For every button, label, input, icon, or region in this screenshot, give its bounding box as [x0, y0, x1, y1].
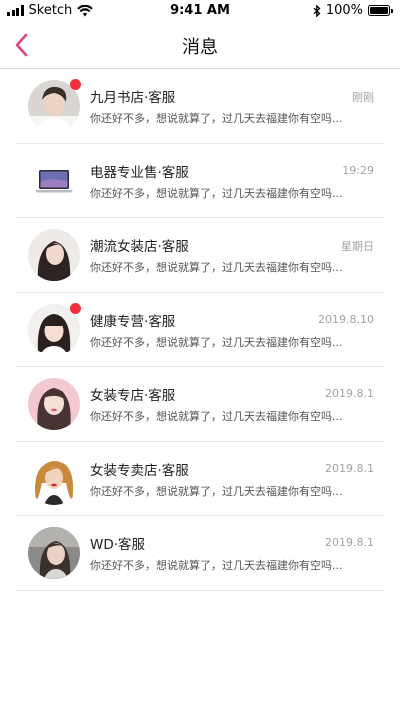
conversation-item[interactable]: 女装专店·客服 2019.8.1 你还好不多，想说就算了，过几天去福建你有空吗.…	[16, 367, 384, 442]
avatar	[28, 452, 80, 505]
conversation-item[interactable]: 潮流女装店·客服 星期日 你还好不多，想说就算了，过几天去福建你有空吗...	[16, 218, 384, 293]
conversation-preview: 你还好不多，想说就算了，过几天去福建你有空吗...	[90, 484, 343, 498]
conversation-time: 2019.8.1	[325, 536, 374, 549]
navigation-bar: 消息	[0, 22, 400, 69]
conversation-list: 九月书店·客服 刚刚 你还好不多，想说就算了，过几天去福建你有空吗... 电器专…	[0, 69, 400, 591]
conversation-item[interactable]: 九月书店·客服 刚刚 你还好不多，想说就算了，过几天去福建你有空吗...	[16, 69, 384, 144]
avatar	[28, 527, 80, 579]
conversation-preview: 你还好不多，想说就算了，过几天去福建你有空吗...	[90, 186, 343, 200]
page-title: 消息	[182, 37, 218, 58]
conversation-name: WD·客服	[90, 537, 146, 553]
bluetooth-icon	[313, 4, 321, 17]
conversation-item[interactable]: 女装专卖店·客服 2019.8.1 你还好不多，想说就算了，过几天去福建你有空吗…	[16, 442, 384, 516]
conversation-name: 健康专营·客服	[90, 313, 176, 330]
conversation-time: 刚刚	[352, 91, 374, 104]
avatar	[28, 79, 81, 132]
conversation-item[interactable]: WD·客服 2019.8.1 你还好不多，想说就算了，过几天去福建你有空吗...	[16, 516, 384, 591]
conversation-preview: 你还好不多，想说就算了，过几天去福建你有空吗...	[90, 410, 343, 423]
battery-icon	[368, 5, 393, 16]
conversation-time: 星期日	[341, 240, 374, 253]
conversation-name: 电器专业售·客服	[90, 164, 189, 181]
avatar	[28, 378, 80, 430]
unread-badge	[70, 302, 81, 314]
battery-level	[370, 7, 388, 14]
conversation-item[interactable]: 电器专业售·客服 19:29 你还好不多，想说就算了，过几天去福建你有空吗...	[16, 144, 384, 218]
conversation-preview: 你还好不多，想说就算了，过几天去福建你有空吗...	[90, 335, 343, 349]
conversation-item[interactable]: 健康专营·客服 2019.8.10 你还好不多，想说就算了，过几天去福建你有空吗…	[16, 293, 384, 367]
conversation-time: 19:29	[342, 163, 374, 177]
conversation-time: 2019.8.1	[325, 387, 374, 400]
conversation-name: 九月书店·客服	[90, 90, 176, 106]
conversation-preview: 你还好不多，想说就算了，过几天去福建你有空吗...	[90, 559, 343, 572]
conversation-time: 2019.8.1	[325, 461, 374, 475]
conversation-name: 女装专卖店·客服	[90, 462, 189, 479]
conversation-preview: 你还好不多，想说就算了，过几天去福建你有空吗...	[90, 112, 343, 125]
battery-percent: 100%	[325, 3, 363, 18]
avatar	[28, 154, 80, 207]
conversation-name: 潮流女装店·客服	[90, 239, 189, 255]
avatar	[28, 302, 81, 356]
status-right: 100%	[313, 3, 393, 18]
conversation-time: 2019.8.10	[318, 312, 374, 326]
unread-badge	[70, 79, 81, 90]
conversation-name: 女装专店·客服	[90, 388, 176, 404]
conversation-preview: 你还好不多，想说就算了，过几天去福建你有空吗...	[90, 261, 343, 274]
avatar	[28, 229, 80, 281]
status-bar: Sketch 9:41 AM 100%	[0, 0, 400, 22]
